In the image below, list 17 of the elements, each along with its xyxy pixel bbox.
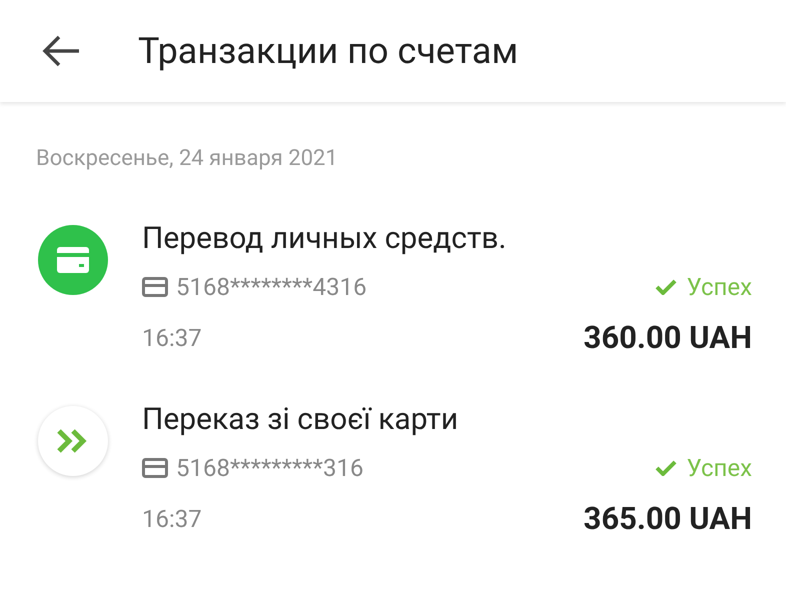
card-icon — [142, 277, 168, 297]
status-text: Успех — [686, 452, 752, 484]
card-icon — [142, 458, 168, 478]
transaction-amount: 360.00 UAH — [584, 318, 752, 358]
transaction-title: Перевод личных средств. — [142, 221, 508, 257]
check-icon — [654, 460, 677, 476]
check-icon — [654, 279, 677, 295]
transaction-time: 16:37 — [142, 323, 202, 354]
status-text: Успех — [686, 272, 752, 303]
transaction-time: 16:37 — [142, 504, 202, 535]
card-number: 5168********4316 — [176, 272, 367, 303]
double-chevron-icon — [38, 406, 108, 476]
transaction-title: Переказ зі своєї карти — [142, 402, 460, 438]
transaction-amount: 365.00 UAH — [584, 498, 752, 538]
date-header: Воскресенье, 24 января 2021 — [36, 145, 339, 173]
card-number: 5168*********316 — [176, 452, 364, 484]
screen-title: Транзакции по счетам — [138, 29, 518, 74]
